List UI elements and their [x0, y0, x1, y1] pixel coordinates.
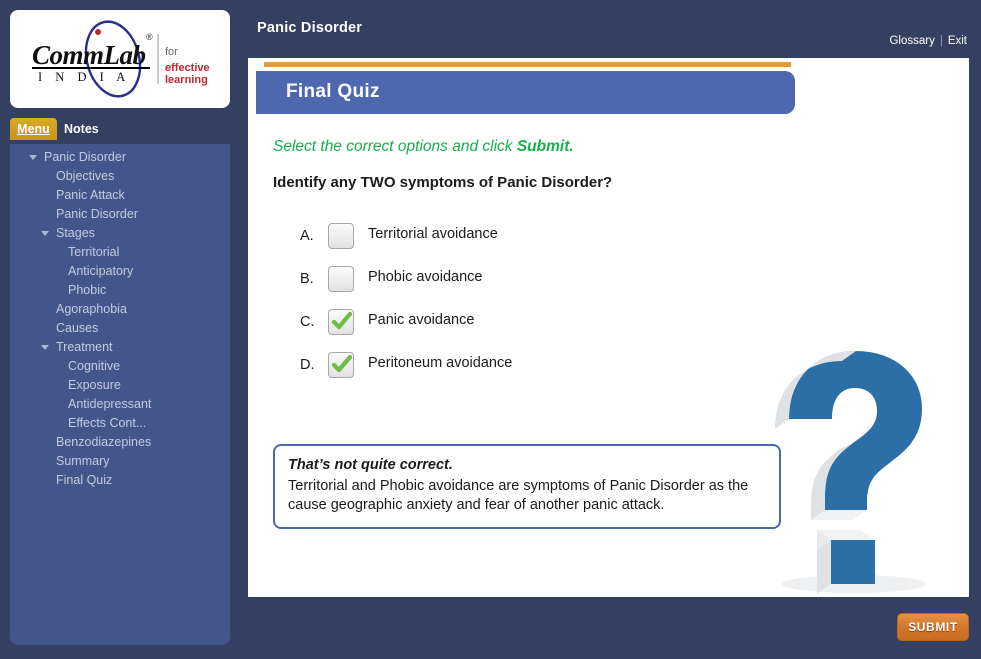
logo-tagline-line2: effective learning — [165, 62, 230, 86]
main-area: Panic Disorder Glossary | Exit Final Quiz — [240, 0, 981, 659]
feedback-heading: That’s not quite correct. — [288, 457, 453, 473]
nav-item-label: Agoraphobia — [56, 302, 127, 316]
nav-item-anticipatory[interactable]: Anticipatory — [10, 262, 230, 281]
option-row[interactable]: C. Panic avoidance — [273, 306, 793, 349]
option-checkbox[interactable] — [328, 223, 354, 249]
accent-rule — [264, 62, 791, 67]
nav-item-label: Objectives — [56, 169, 115, 183]
nav-item-label: Causes — [56, 321, 99, 335]
nav-item-label: Anticipatory — [68, 264, 134, 278]
sidebar: CommLab ® I N D I A for effective learni… — [0, 0, 240, 659]
option-checkbox[interactable] — [328, 352, 354, 378]
option-row[interactable]: B. Phobic avoidance — [273, 263, 793, 306]
commlab-logo: CommLab ® I N D I A for effective learni… — [10, 10, 230, 108]
nav-item-cognitive[interactable]: Cognitive — [10, 357, 230, 376]
logo-brand: CommLab — [32, 40, 146, 70]
footer-bar: SUBMIT — [240, 597, 981, 659]
nav-item-label: Antidepressant — [68, 397, 152, 411]
tab-notes[interactable]: Notes — [64, 118, 99, 140]
course-window: CommLab ® I N D I A for effective learni… — [0, 0, 981, 659]
nav-item-stages[interactable]: Stages — [10, 224, 230, 243]
question-text: Identify any TWO symptoms of Panic Disor… — [273, 174, 613, 191]
quiz-instruction: Select the correct options and click Sub… — [273, 138, 574, 156]
instruction-prefix: Select the correct options and click — [273, 138, 517, 155]
option-letter: B. — [300, 271, 314, 287]
nav-item-benzodiazepines[interactable]: Benzodiazepines — [10, 433, 230, 452]
chevron-down-icon[interactable] — [41, 231, 49, 236]
feedback-box: That’s not quite correct. Territorial an… — [273, 444, 781, 529]
exit-link[interactable]: Exit — [948, 35, 967, 47]
option-row[interactable]: D. Peritoneum avoidance — [273, 349, 793, 392]
nav-item-effects-cont[interactable]: Effects Cont... — [10, 414, 230, 433]
nav-item-label: Phobic — [68, 283, 107, 297]
option-letter: D. — [300, 357, 315, 373]
nav-item-label: Panic Attack — [56, 188, 125, 202]
feedback-body: Territorial and Phobic avoidance are sym… — [288, 478, 749, 513]
nav-item-label: Cognitive — [68, 359, 121, 373]
nav-item-label: Benzodiazepines — [56, 435, 152, 449]
check-icon — [331, 354, 353, 373]
section-title: Final Quiz — [286, 81, 380, 102]
nav-item-antidepressant[interactable]: Antidepressant — [10, 395, 230, 414]
nav-item-exposure[interactable]: Exposure — [10, 376, 230, 395]
nav-item-summary[interactable]: Summary — [10, 452, 230, 471]
link-separator: | — [939, 35, 943, 47]
sidebar-tabs: Menu Notes — [0, 118, 240, 144]
option-letter: A. — [300, 228, 314, 244]
content-panel: Final Quiz Select the correct options an… — [248, 58, 969, 597]
nav-item-panic-disorder[interactable]: Panic Disorder — [10, 205, 230, 224]
nav-item-label: Summary — [56, 454, 110, 468]
top-bar: Panic Disorder Glossary | Exit — [240, 0, 981, 58]
nav-item-panic-disorder[interactable]: Panic Disorder — [10, 148, 230, 167]
submit-button[interactable]: SUBMIT — [897, 613, 969, 641]
page-title: Panic Disorder — [257, 20, 363, 36]
navigation-tree: Panic Disorder Objectives Panic Attack Pani… — [10, 144, 230, 645]
option-label: Phobic avoidance — [368, 269, 483, 285]
option-checkbox[interactable] — [328, 266, 354, 292]
top-links: Glossary | Exit — [889, 35, 967, 47]
logo-tagline-line1: for — [165, 46, 178, 58]
chevron-down-icon[interactable] — [41, 345, 49, 350]
nav-item-label: Final Quiz — [56, 473, 113, 487]
option-row[interactable]: A. Territorial avoidance — [273, 220, 793, 263]
nav-item-phobic[interactable]: Phobic — [10, 281, 230, 300]
logo-box: CommLab ® I N D I A for effective learni… — [10, 10, 230, 108]
logo-country: I N D I A — [38, 70, 131, 84]
option-label: Territorial avoidance — [368, 226, 498, 242]
section-banner: Final Quiz — [256, 71, 795, 114]
nav-item-agoraphobia[interactable]: Agoraphobia — [10, 300, 230, 319]
nav-item-panic-attack[interactable]: Panic Attack — [10, 186, 230, 205]
nav-item-label: Panic Disorder — [44, 150, 126, 164]
nav-item-label: Exposure — [68, 378, 121, 392]
nav-item-treatment[interactable]: Treatment — [10, 338, 230, 357]
option-letter: C. — [300, 314, 315, 330]
chevron-down-icon[interactable] — [29, 155, 37, 160]
logo-registered-icon: ® — [146, 32, 153, 42]
nav-item-objectives[interactable]: Objectives — [10, 167, 230, 186]
option-label: Peritoneum avoidance — [368, 355, 513, 371]
nav-item-label: Stages — [56, 226, 95, 240]
option-checkbox[interactable] — [328, 309, 354, 335]
check-icon — [331, 311, 353, 330]
nav-item-final-quiz[interactable]: Final Quiz — [10, 471, 230, 490]
nav-item-territorial[interactable]: Territorial — [10, 243, 230, 262]
nav-item-label: Effects Cont... — [68, 416, 147, 430]
option-label: Panic avoidance — [368, 312, 475, 328]
nav-item-label: Treatment — [56, 340, 113, 354]
options-list: A. Territorial avoidance B. Phobic avoidanc… — [273, 220, 793, 392]
nav-item-label: Panic Disorder — [56, 207, 138, 221]
nav-item-causes[interactable]: Causes — [10, 319, 230, 338]
instruction-submit-word: Submit. — [516, 138, 574, 155]
logo-tagline-rest: ffective learning — [165, 62, 210, 86]
tab-menu[interactable]: Menu — [10, 118, 57, 140]
nav-item-label: Territorial — [68, 245, 120, 259]
glossary-link[interactable]: Glossary — [889, 35, 934, 47]
